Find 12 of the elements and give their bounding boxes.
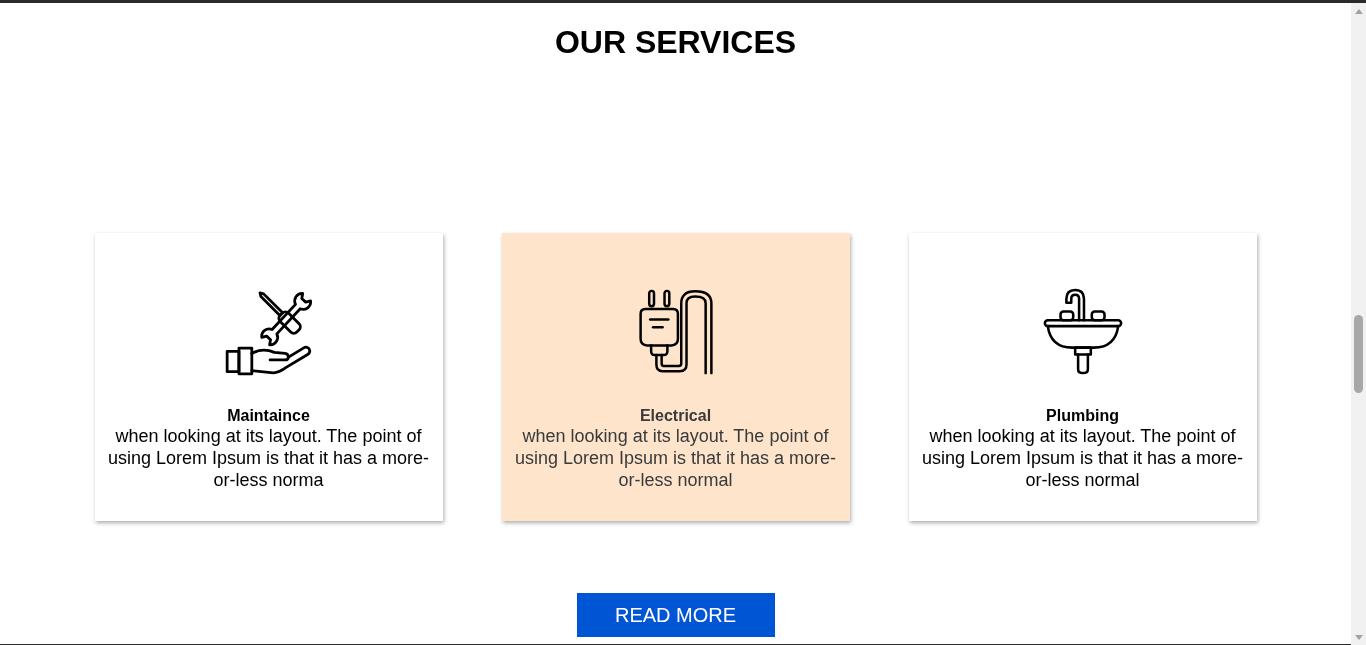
- read-more-button[interactable]: READ MORE: [576, 593, 775, 637]
- card-description: when looking at its layout. The point of using Lorem Ipsum is that it has a more-or-less normal: [513, 425, 838, 491]
- card-title: Maintaince: [227, 406, 310, 425]
- scroll-down-icon[interactable]: [1354, 635, 1363, 640]
- scrollbar-thumb[interactable]: [1354, 315, 1363, 393]
- card-description: when looking at its layout. The point of using Lorem Ipsum is that it has a more-or-less normal: [920, 425, 1245, 491]
- card-description: when looking at its layout. The point of using Lorem Ipsum is that it has a more-or-less norma: [106, 425, 431, 491]
- scrollbar[interactable]: [1351, 3, 1366, 645]
- card-title: Electrical: [639, 406, 712, 425]
- card-title: Plumbing: [1046, 406, 1119, 425]
- scroll-up-icon[interactable]: [1354, 9, 1363, 14]
- section-heading: OUR SERVICES: [554, 24, 797, 61]
